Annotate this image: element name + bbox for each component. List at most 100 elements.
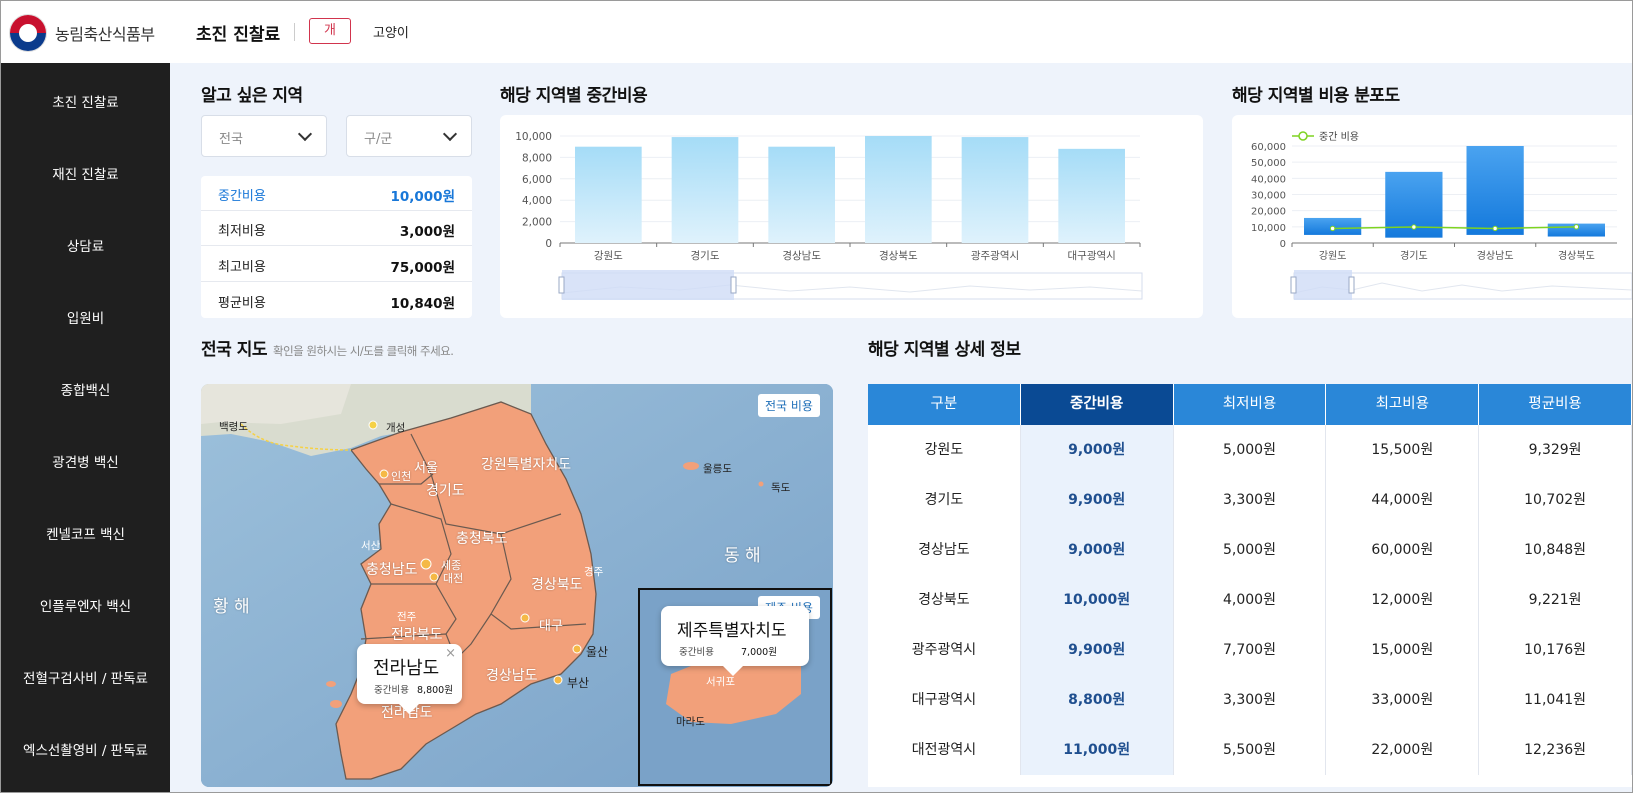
x-tick-label: 경기도	[1400, 249, 1428, 262]
place-chungbuk[interactable]: 충청북도	[456, 528, 508, 548]
dist-chart-card: 60,000 50,000 40,000 30,000 20,000 10,000 0 강원도…	[1232, 115, 1632, 318]
table-cell: 12,000원	[1326, 575, 1480, 625]
place-gyeonggi[interactable]: 경기도	[426, 480, 465, 500]
cost-value: 75,000원	[390, 260, 455, 276]
popup-region-name: 제주특별자치도	[677, 621, 787, 641]
zoom-handle-left	[558, 276, 565, 294]
chevron-down-icon	[442, 126, 458, 142]
map-title: 전국 지도	[201, 340, 267, 360]
table-row-region[interactable]: 대전광역시	[868, 725, 1021, 775]
popup-label: 중간비용	[374, 685, 409, 696]
table-row-region[interactable]: 광주광역시	[868, 625, 1021, 675]
table-row-region[interactable]: 경기도	[868, 475, 1021, 525]
column-header: 최고비용	[1326, 384, 1480, 425]
table-row-region[interactable]: 경상북도	[868, 575, 1021, 625]
table-row-region[interactable]: 대구광역시	[868, 675, 1021, 725]
bar	[865, 136, 932, 243]
sidebar-item-kennel-cough-vaccine[interactable]: 켄넬코프 백신	[1, 523, 170, 543]
table-cell: 15,000원	[1326, 625, 1480, 675]
sidebar-item-influenza-vaccine[interactable]: 인플루엔자 백신	[1, 595, 170, 615]
place-chungnam[interactable]: 충청남도	[366, 559, 418, 579]
column-header: 구분	[868, 384, 1021, 425]
jeonnam-popup: 전라남도 × 중간비용 8,800원	[357, 644, 462, 704]
y-tick-label: 0	[1280, 239, 1286, 250]
table-cell: 9,900원	[1020, 625, 1174, 675]
place-daejeon[interactable]: 대전	[443, 570, 463, 586]
column-header: 중간비용	[1020, 384, 1174, 425]
bar	[575, 146, 642, 243]
x-tick-label: 경상남도	[782, 249, 821, 262]
cost-label: 최고비용	[218, 260, 266, 275]
place-gyeongju: 경주	[584, 566, 604, 578]
sidebar: 초진 진찰료 재진 진찰료 상담료 입원비 종합백신 광견병 백신 켄넬코프 백…	[1, 63, 170, 792]
place-incheon[interactable]: 인천	[391, 468, 411, 484]
x-tick-label: 경기도	[691, 249, 720, 262]
table-cell: 60,000원	[1326, 525, 1480, 575]
y-tick-label: 20,000	[1251, 207, 1286, 218]
cost-row-median: 중간비용 10,000원	[201, 176, 472, 211]
chevron-down-icon	[297, 126, 313, 142]
west-sea-label: 황 해	[213, 597, 250, 617]
sidebar-item-initial-exam[interactable]: 초진 진찰료	[1, 91, 170, 111]
table-cell: 4,000원	[1174, 575, 1327, 625]
table-cell: 9,000원	[1020, 425, 1174, 475]
column-header: 최저비용	[1173, 384, 1327, 425]
national-cost-button[interactable]: 전국 비용	[758, 394, 820, 417]
place-jeonju: 전주	[397, 611, 417, 623]
place-gangwon[interactable]: 강원특별자치도	[481, 454, 571, 474]
east-sea-label: 동 해	[724, 546, 761, 566]
province-select[interactable]: 전국	[201, 115, 327, 157]
y-tick-label: 8,000	[522, 152, 552, 164]
y-tick-label: 30,000	[1251, 191, 1286, 202]
cost-label: 중간비용	[218, 189, 266, 204]
korea-map[interactable]: 백령도 개성 강원특별자치도 서울 인천 경기도 울릉도 독도 충청북도 서산 …	[201, 384, 833, 787]
app-window: 농림축산식품부 초진 진찰료 개 고양이 초진 진찰료 재진 진찰료 상담료 입…	[0, 0, 1633, 793]
bar	[1058, 148, 1125, 243]
table-cell: 22,000원	[1326, 725, 1480, 775]
place-gyeongbuk[interactable]: 경상북도	[531, 574, 583, 594]
table-cell: 9,000원	[1020, 525, 1174, 575]
place-seoul[interactable]: 서울	[414, 457, 438, 476]
place-marado: 마라도	[676, 716, 705, 728]
cost-label: 최저비용	[218, 224, 266, 239]
sidebar-item-cbc-test[interactable]: 전혈구검사비 / 판독료	[1, 667, 170, 687]
table-cell: 11,000원	[1020, 725, 1174, 775]
zoom-handle-left	[1290, 276, 1297, 294]
table-cell: 5,500원	[1174, 725, 1327, 775]
sidebar-item-xray[interactable]: 엑스선촬영비 / 판독료	[1, 739, 170, 759]
table-row-region[interactable]: 강원도	[868, 425, 1021, 475]
place-daegu[interactable]: 대구	[539, 615, 563, 634]
median-point	[1573, 224, 1580, 230]
table-cell: 5,000원	[1174, 425, 1327, 475]
district-select[interactable]: 구/군	[346, 115, 472, 157]
place-jeonbuk[interactable]: 전라북도	[391, 624, 443, 644]
sidebar-item-follow-up-exam[interactable]: 재진 진찰료	[1, 163, 170, 183]
tab-dog[interactable]: 개	[309, 18, 351, 44]
title-divider	[294, 23, 295, 41]
place-ulsan[interactable]: 울산	[586, 643, 608, 660]
ministry-logo[interactable]: 농림축산식품부	[9, 14, 155, 52]
place-busan[interactable]: 부산	[567, 674, 589, 691]
sidebar-item-hospitalization[interactable]: 입원비	[1, 307, 170, 327]
cost-value: 10,000원	[390, 189, 455, 205]
x-tick-label: 경상남도	[1477, 249, 1514, 262]
median-point	[1492, 225, 1498, 232]
popup-amount: 8,800원	[417, 685, 453, 696]
y-tick-label: 10,000	[515, 131, 552, 143]
logo-text: 농림축산식품부	[55, 25, 155, 44]
table-cell: 12,236원	[1479, 725, 1632, 775]
table-row-region[interactable]: 경상남도	[868, 525, 1021, 575]
zoom-slider-window	[562, 270, 734, 300]
sidebar-item-combo-vaccine[interactable]: 종합백신	[1, 379, 170, 399]
sidebar-item-rabies-vaccine[interactable]: 광견병 백신	[1, 451, 170, 471]
sidebar-item-consultation[interactable]: 상담료	[1, 235, 170, 255]
detail-section-title: 해당 지역별 상세 정보	[868, 340, 1021, 360]
x-tick-label: 강원도	[594, 250, 623, 262]
close-icon[interactable]: ×	[445, 646, 456, 661]
tab-cat[interactable]: 고양이	[373, 22, 409, 41]
median-point	[1411, 224, 1417, 230]
place-gyeongnam[interactable]: 경상남도	[486, 665, 538, 685]
zoom-handle-right	[730, 276, 737, 294]
region-section-title: 알고 싶은 지역	[201, 86, 303, 106]
map-section-title: 전국 지도 확인을 원하시는 시/도를 클릭해 주세요.	[201, 335, 454, 360]
